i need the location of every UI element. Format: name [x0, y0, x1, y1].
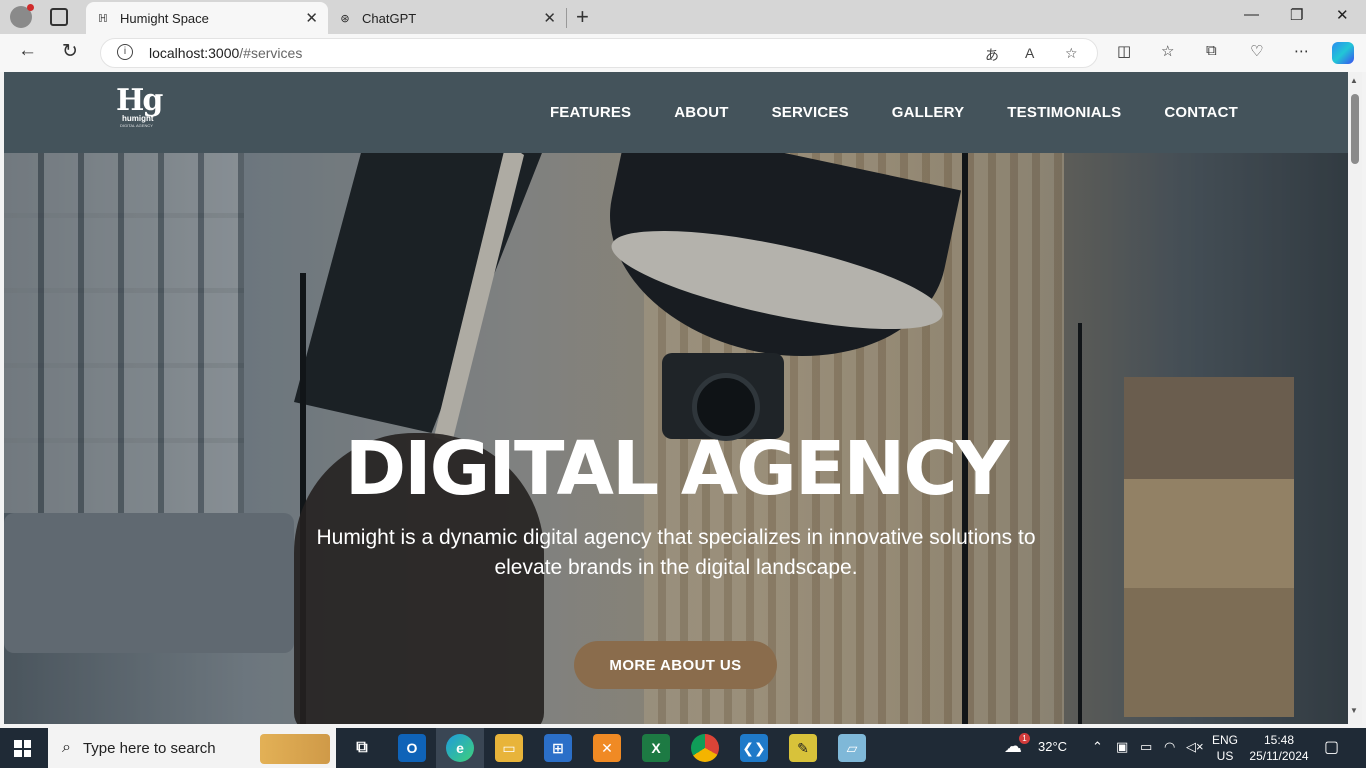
favorites-icon[interactable]: ☆ [1161, 42, 1174, 60]
wifi-icon[interactable]: ◠ [1164, 739, 1175, 755]
nav-services[interactable]: SERVICES [772, 104, 849, 121]
search-highlight-image [260, 734, 330, 764]
clock-date: 25/11/2024 [1249, 749, 1309, 763]
weather-temperature[interactable]: 32°C [1038, 739, 1067, 754]
back-icon[interactable]: ← [18, 40, 37, 62]
clock-time: 15:48 [1263, 733, 1295, 747]
tab-title: Humight Space [120, 10, 209, 26]
url-path: /#services [239, 45, 303, 61]
tray-chevron-icon[interactable]: ⌃ [1092, 739, 1103, 755]
new-tab-icon[interactable]: + [576, 4, 589, 30]
browser-essentials-icon[interactable]: ♡ [1250, 42, 1263, 60]
humight-logo[interactable]: Hg humight DIGITAL AGENCY [116, 86, 176, 142]
scroll-up-icon[interactable]: ▲ [1350, 76, 1358, 85]
xampp-icon[interactable]: ✕ [593, 734, 621, 762]
address-toolbar: ← ↻ i localhost:3000/#services あ A ☆ ◫ ☆… [0, 34, 1366, 72]
excel-icon[interactable]: X [642, 734, 670, 762]
tab-divider [566, 8, 567, 28]
logo-mark: Hg [116, 83, 163, 118]
nav-about[interactable]: ABOUT [674, 104, 728, 121]
volume-muted-icon[interactable]: ◁× [1186, 739, 1204, 755]
language-indicator[interactable]: ENG US [1210, 732, 1240, 764]
edge-icon[interactable]: e [446, 734, 474, 762]
microsoft-store-icon[interactable]: ⊞ [544, 734, 572, 762]
profile-icon[interactable] [10, 4, 34, 28]
site-info-icon[interactable]: i [117, 44, 133, 60]
close-window-icon[interactable]: ✕ [1336, 6, 1349, 24]
copilot-icon[interactable] [1332, 42, 1354, 64]
url-host: localhost:3000 [149, 45, 240, 61]
file-explorer-icon[interactable]: ▭ [495, 734, 523, 762]
vscode-icon[interactable]: ❮❯ [740, 734, 768, 762]
minimize-icon[interactable]: — [1244, 6, 1259, 23]
url-text[interactable]: localhost:3000/#services [149, 45, 302, 61]
more-about-us-button[interactable]: MORE ABOUT US [574, 641, 777, 689]
outlook-icon[interactable]: O [398, 734, 426, 762]
region-code: US [1216, 749, 1234, 763]
nav-features[interactable]: FEATURES [550, 104, 631, 121]
chatgpt-favicon-icon: ⊛ [340, 12, 350, 25]
restore-icon[interactable]: ❐ [1290, 6, 1303, 24]
battery-icon[interactable]: ▭ [1140, 739, 1152, 755]
split-screen-icon[interactable]: ◫ [1117, 42, 1131, 60]
notifications-icon[interactable]: ▢ [1324, 737, 1339, 757]
more-menu-icon[interactable]: ⋯ [1294, 42, 1309, 60]
nav-testimonials[interactable]: TESTIMONIALS [1007, 104, 1121, 121]
nav-contact[interactable]: CONTACT [1164, 104, 1238, 121]
favorite-star-icon[interactable]: ☆ [1065, 45, 1078, 62]
hero-title: DIGITAL AGENCY [344, 426, 1010, 512]
main-nav: FEATURES ABOUT SERVICES GALLERY TESTIMON… [507, 104, 1238, 121]
translate-icon[interactable]: あ [985, 45, 999, 65]
windows-taskbar: ⌕ Type here to search ⧉ O e ▭ ⊞ ✕ X ❮❯ ✎… [0, 728, 1366, 768]
scroll-thumb[interactable] [1351, 94, 1359, 164]
search-icon: ⌕ [62, 739, 71, 756]
browser-window: ℍ Humight Space ✕ ⊛ ChatGPT ✕ + — ❐ ✕ ← … [0, 0, 1366, 728]
tab-title: ChatGPT [362, 10, 417, 26]
logo-wordmark: humight [122, 114, 154, 123]
nav-gallery[interactable]: GALLERY [892, 104, 965, 121]
windows-start-icon[interactable] [14, 740, 31, 757]
hero-description: Humight is a dynamic digital agency that… [316, 526, 1036, 579]
address-bar[interactable]: i localhost:3000/#services あ A ☆ [100, 38, 1098, 68]
system-clock[interactable]: 15:48 25/11/2024 [1248, 732, 1310, 764]
weather-badge: 1 [1019, 733, 1030, 744]
page-scrollbar[interactable]: ▲ ▼ [1348, 72, 1362, 724]
scroll-down-icon[interactable]: ▼ [1350, 706, 1358, 715]
tab-strip: ℍ Humight Space ✕ ⊛ ChatGPT ✕ + — ❐ ✕ [0, 0, 1366, 34]
humight-favicon-icon: ℍ [98, 12, 108, 25]
chrome-icon[interactable] [691, 734, 719, 762]
close-tab-icon[interactable]: ✕ [543, 9, 556, 27]
close-tab-icon[interactable]: ✕ [305, 9, 318, 27]
read-aloud-icon[interactable]: A [1025, 45, 1034, 61]
hero-section: DIGITAL AGENCY Humight is a dynamic digi… [4, 153, 1348, 724]
page-viewport: Hg humight DIGITAL AGENCY FEATURES ABOUT… [4, 72, 1348, 724]
logo-tagline: DIGITAL AGENCY [120, 123, 153, 128]
hero-content: DIGITAL AGENCY Humight is a dynamic digi… [4, 153, 1348, 724]
refresh-icon[interactable]: ↻ [62, 40, 78, 63]
tab-humight[interactable]: ℍ Humight Space ✕ [86, 2, 328, 34]
search-placeholder: Type here to search [82, 739, 216, 757]
site-header: Hg humight DIGITAL AGENCY FEATURES ABOUT… [4, 72, 1348, 153]
language-code: ENG [1211, 733, 1238, 747]
tab-actions-icon[interactable] [50, 8, 68, 26]
collections-icon[interactable]: ⧉ [1206, 42, 1217, 59]
task-view-icon[interactable]: ⧉ [348, 734, 376, 762]
taskbar-search[interactable]: ⌕ Type here to search [48, 728, 336, 768]
tray-device-icon[interactable]: ▣ [1116, 739, 1128, 755]
paint-tool-icon[interactable]: ✎ [789, 734, 817, 762]
notes-app-icon[interactable]: ▱ [838, 734, 866, 762]
tab-chatgpt[interactable]: ⊛ ChatGPT ✕ [328, 2, 566, 34]
